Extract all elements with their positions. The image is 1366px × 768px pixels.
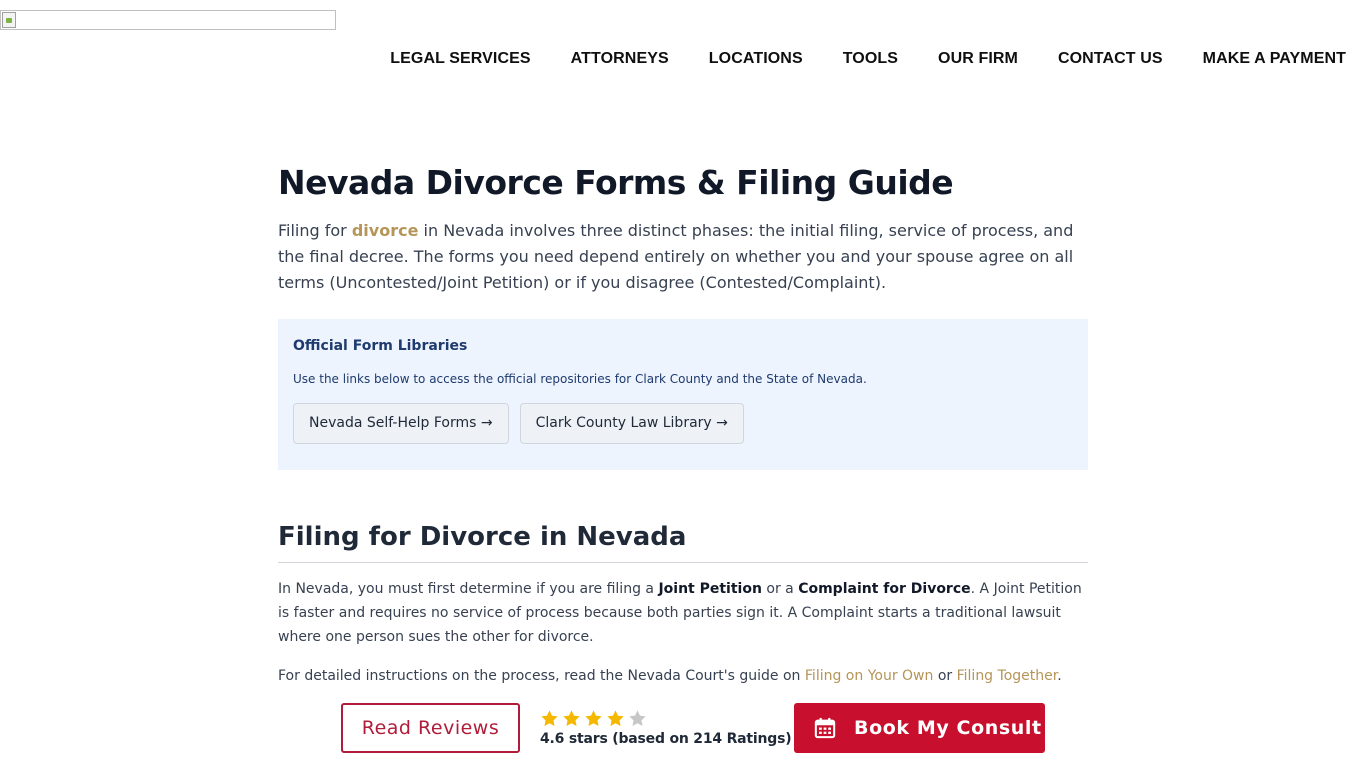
form-libraries-description: Use the links below to access the offici… [293,372,867,386]
star-icon [585,710,602,726]
calendar-icon [814,717,836,739]
form-libraries-panel: Official Form Libraries Use the links be… [278,319,1088,470]
sticky-cta-bar: Read Reviews 4.6 stars (based on 214 Rat… [0,703,1366,768]
star-icon [629,710,646,726]
nav-legal-services[interactable]: LEGAL SERVICES [390,50,530,68]
filing-text-1: In Nevada, you must first determine if y… [278,581,659,597]
instructions-text-3: . [1057,668,1062,684]
read-reviews-button[interactable]: Read Reviews [341,703,520,753]
divorce-link[interactable]: divorce [352,221,419,240]
nevada-self-help-forms-button[interactable]: Nevada Self-Help Forms → [293,403,509,444]
site-logo[interactable] [0,10,336,30]
main-content: Nevada Divorce Forms & Filing Guide Fili… [278,160,1088,688]
instructions-text-1: For detailed instructions on the process… [278,668,805,684]
form-libraries-heading: Official Form Libraries [293,338,468,354]
nav-tools[interactable]: TOOLS [843,50,898,68]
instructions-text-2: or [933,668,957,684]
broken-image-icon [2,12,16,28]
book-consult-label: Book My Consult [854,717,1042,739]
clark-county-law-library-button[interactable]: Clark County Law Library → [519,403,744,444]
book-consult-button[interactable]: Book My Consult [794,703,1045,753]
filing-on-your-own-link[interactable]: Filing on Your Own [805,668,933,684]
main-nav: LEGAL SERVICES ATTORNEYS LOCATIONS TOOLS… [390,50,1346,68]
nav-contact-us[interactable]: CONTACT US [1058,50,1163,68]
form-libraries-buttons: Nevada Self-Help Forms → Clark County La… [293,403,1073,444]
star-icon [563,710,580,726]
complaint-for-divorce-term: Complaint for Divorce [798,581,971,597]
intro-paragraph: Filing for divorce in Nevada involves th… [278,218,1088,296]
rating-text: 4.6 stars (based on 214 Ratings) [540,731,792,747]
nav-locations[interactable]: LOCATIONS [709,50,803,68]
page-title: Nevada Divorce Forms & Filing Guide [278,163,954,202]
section-title: Filing for Divorce in Nevada [278,520,1088,563]
nav-make-a-payment[interactable]: MAKE A PAYMENT [1203,50,1346,68]
rating-summary: 4.6 stars (based on 214 Ratings) [540,709,792,747]
instructions-paragraph: For detailed instructions on the process… [278,664,1088,688]
joint-petition-term: Joint Petition [658,581,762,597]
nav-attorneys[interactable]: ATTORNEYS [571,50,669,68]
star-icon [541,710,558,726]
nav-our-firm[interactable]: OUR FIRM [938,50,1018,68]
star-rating [540,709,791,729]
intro-text-start: Filing for [278,221,352,240]
star-icon [607,710,624,726]
filing-text-2: or a [761,581,799,597]
filing-paragraph: In Nevada, you must first determine if y… [278,577,1088,649]
filing-together-link[interactable]: Filing Together [957,668,1058,684]
